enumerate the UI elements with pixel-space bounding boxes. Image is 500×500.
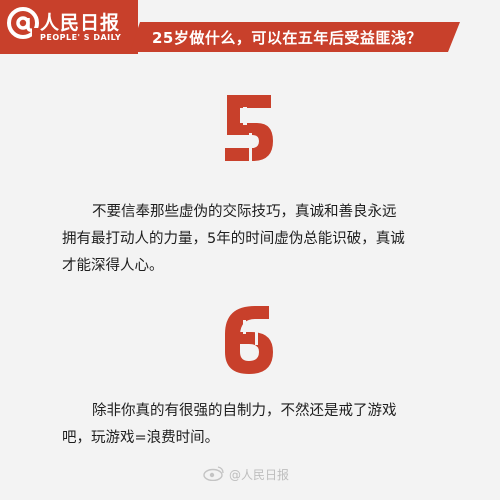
- section-5-line: 拥有最打动人的力量，5年的时间虚伪总能识破，真诚: [62, 231, 405, 247]
- weibo-icon: [203, 466, 224, 481]
- watermark: @人民日报: [203, 463, 313, 485]
- page-title: 25岁做什么，可以在五年后受益匪浅？: [152, 29, 422, 47]
- section-6-line: 吧，玩游戏=浪费时间。: [62, 430, 220, 446]
- page-title-banner: 25岁做什么，可以在五年后受益匪浅？: [130, 22, 460, 52]
- at-sign-icon: [7, 7, 40, 40]
- watermark-text: @人民日报: [229, 468, 290, 482]
- section-5-line: 不要信奉那些虚伪的交际技巧，真诚和善良永远: [92, 204, 397, 220]
- brand-subtitle: PEOPLE' S DAILY: [40, 33, 122, 42]
- section-5-text: 不要信奉那些虚伪的交际技巧，真诚和善良永远 拥有最打动人的力量，5年的时间虚伪总…: [62, 199, 467, 280]
- section-5-line: 才能深得人心。: [62, 258, 164, 274]
- brand-logo: 人民日报 PEOPLE' S DAILY: [0, 0, 138, 54]
- section-number-6: [225, 306, 273, 374]
- header: 人民日报 PEOPLE' S DAILY 25岁做什么，可以在五年后受益匪浅？: [0, 0, 500, 56]
- section-6-line: 除非你真的有很强的自制力，不然还是戒了游戏: [92, 403, 397, 419]
- brand-name: 人民日报: [40, 12, 121, 34]
- infographic-page: 人民日报 PEOPLE' S DAILY 25岁做什么，可以在五年后受益匪浅？ …: [0, 0, 500, 500]
- section-number-5: [225, 95, 273, 163]
- section-6-text: 除非你真的有很强的自制力，不然还是戒了游戏 吧，玩游戏=浪费时间。: [62, 398, 467, 452]
